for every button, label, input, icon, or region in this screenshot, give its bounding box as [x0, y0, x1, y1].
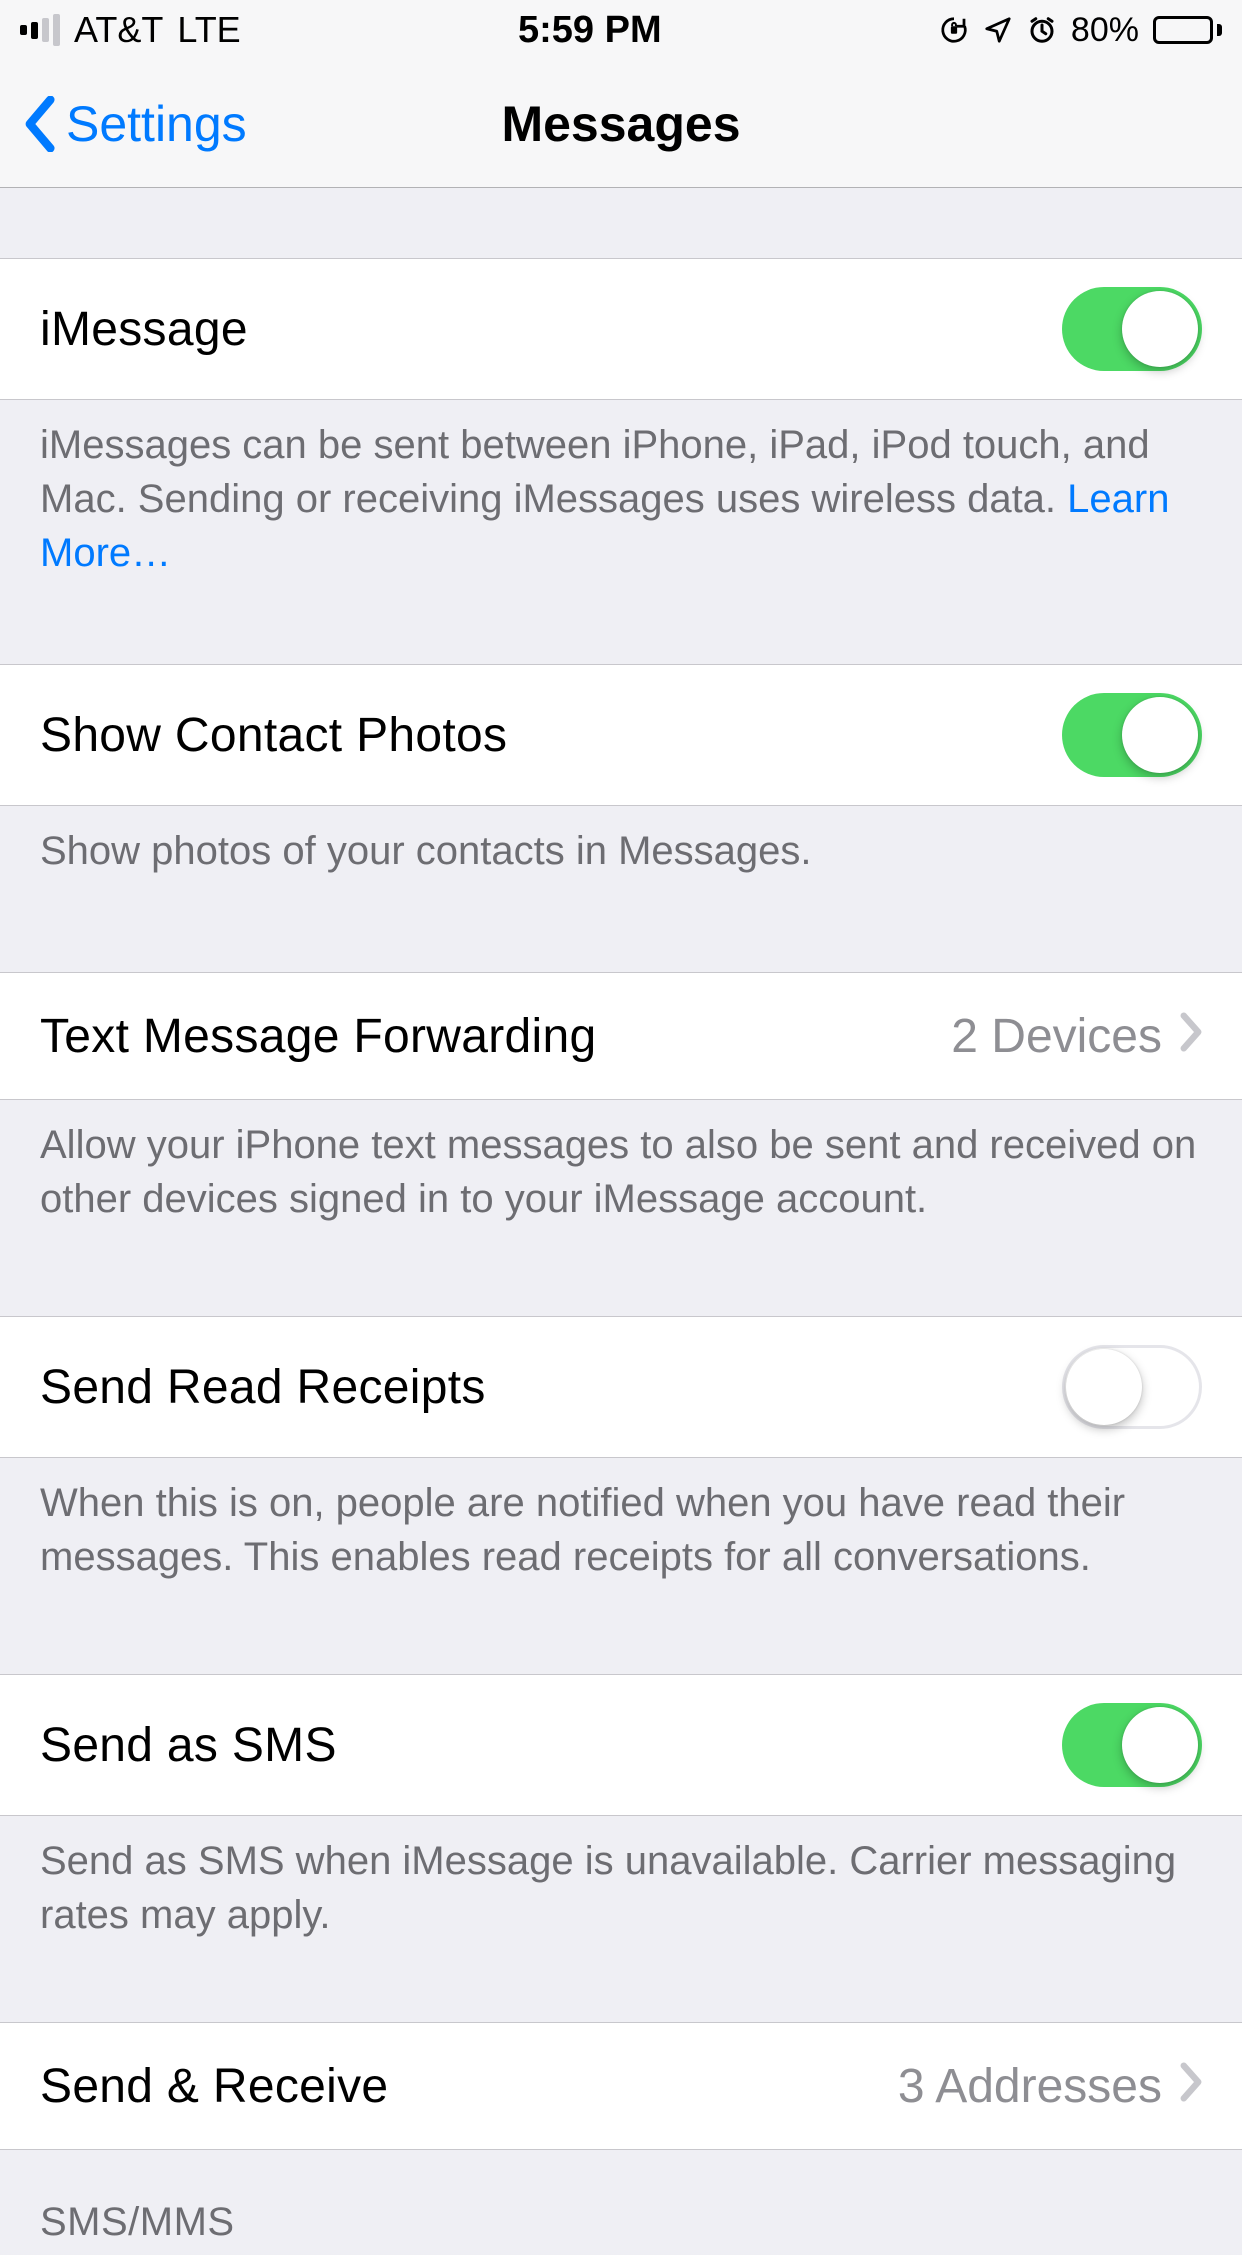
row-contact-photos[interactable]: Show Contact Photos	[0, 664, 1242, 806]
row-send-sms[interactable]: Send as SMS	[0, 1674, 1242, 1816]
row-read-receipts[interactable]: Send Read Receipts	[0, 1316, 1242, 1458]
back-button[interactable]: Settings	[0, 95, 247, 153]
chevron-left-icon	[24, 96, 58, 152]
battery-icon	[1153, 16, 1222, 44]
chevron-right-icon	[1180, 2059, 1202, 2114]
nav-bar: Settings Messages	[0, 60, 1242, 188]
status-left: AT&T LTE	[20, 9, 241, 51]
battery-percent: 80%	[1071, 11, 1139, 50]
location-arrow-icon	[983, 15, 1013, 45]
row-imessage[interactable]: iMessage	[0, 258, 1242, 400]
carrier-label: AT&T	[74, 9, 163, 51]
back-label: Settings	[66, 95, 247, 153]
row-value: 3 Addresses	[898, 2059, 1162, 2114]
toggle-contact-photos[interactable]	[1062, 693, 1202, 777]
rotation-lock-icon	[939, 15, 969, 45]
section-header-sms-mms: SMS/MMS	[0, 2150, 1242, 2255]
row-label: Send & Receive	[40, 2059, 388, 2114]
footer-imessage: iMessages can be sent between iPhone, iP…	[0, 400, 1242, 610]
status-bar: AT&T LTE 5:59 PM 80%	[0, 0, 1242, 60]
status-time: 5:59 PM	[518, 9, 662, 52]
row-value: 2 Devices	[951, 1009, 1162, 1064]
row-label: Send as SMS	[40, 1718, 337, 1773]
footer-contact-photos: Show photos of your contacts in Messages…	[0, 806, 1242, 908]
footer-forwarding: Allow your iPhone text messages to also …	[0, 1100, 1242, 1256]
row-send-receive[interactable]: Send & Receive 3 Addresses	[0, 2022, 1242, 2150]
network-label: LTE	[177, 9, 240, 51]
row-label: Text Message Forwarding	[40, 1009, 596, 1064]
footer-read-receipts: When this is on, people are notified whe…	[0, 1458, 1242, 1614]
toggle-read-receipts[interactable]	[1062, 1345, 1202, 1429]
toggle-imessage[interactable]	[1062, 287, 1202, 371]
chevron-right-icon	[1180, 1009, 1202, 1064]
alarm-clock-icon	[1027, 15, 1057, 45]
row-label: iMessage	[40, 302, 248, 357]
settings-list[interactable]: iMessage iMessages can be sent between i…	[0, 188, 1242, 2255]
row-label: Show Contact Photos	[40, 708, 507, 763]
row-label: Send Read Receipts	[40, 1360, 486, 1415]
cellular-signal-icon	[20, 14, 60, 46]
status-right: 80%	[939, 11, 1222, 50]
footer-send-sms: Send as SMS when iMessage is unavailable…	[0, 1816, 1242, 1972]
row-forwarding[interactable]: Text Message Forwarding 2 Devices	[0, 972, 1242, 1100]
toggle-send-sms[interactable]	[1062, 1703, 1202, 1787]
